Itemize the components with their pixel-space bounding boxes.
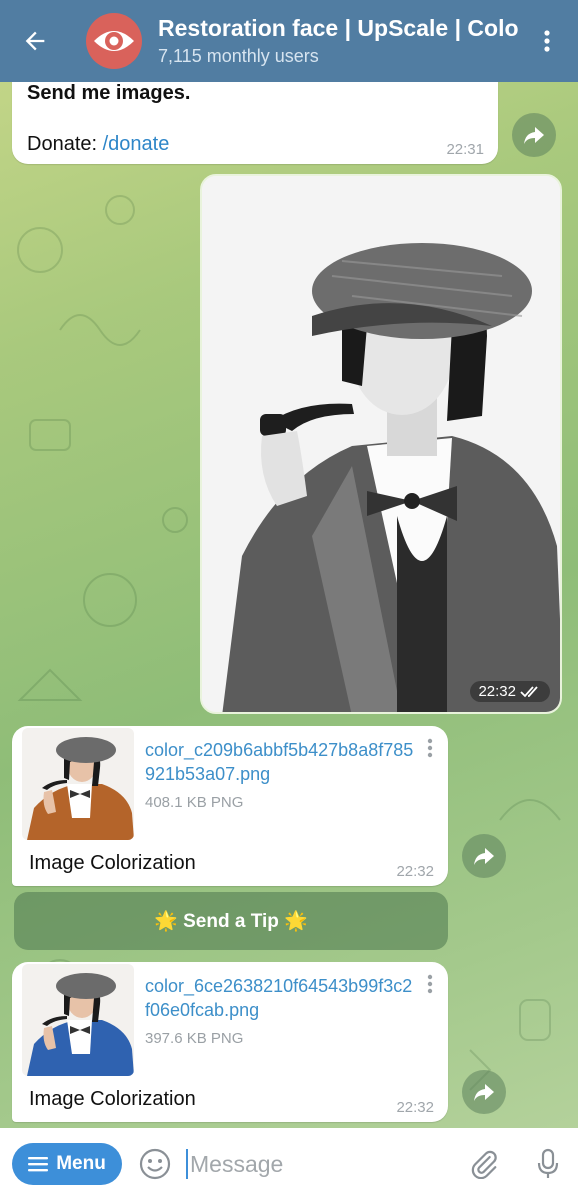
paperclip-icon — [471, 1150, 497, 1179]
chat-subtitle: 7,115 monthly users — [158, 46, 319, 66]
hamburger-icon — [28, 1157, 49, 1172]
vertical-dots-icon — [427, 738, 433, 758]
colorized-thumbnail-image — [22, 728, 134, 840]
file-name-link[interactable]: color_6ce2638210f64543b99f3c2f06e0fcab.p… — [145, 974, 415, 1022]
file-name-link[interactable]: color_c209b6abbf5b427b8a8f785921b53a07.p… — [145, 738, 415, 786]
forward-button[interactable] — [462, 1070, 506, 1114]
back-arrow-icon — [25, 31, 45, 51]
donate-line: Donate: /donate — [27, 133, 169, 156]
microphone-icon — [537, 1148, 559, 1178]
menu-label: Menu — [56, 1153, 106, 1174]
file-caption: Image Colorization — [29, 1088, 196, 1110]
file-message-2: color_6ce2638210f64543b99f3c2f06e0fcab.p… — [12, 962, 448, 1122]
bw-portrait-image — [202, 176, 560, 712]
share-arrow-icon — [524, 127, 544, 144]
file-message-1: color_c209b6abbf5b427b8a8f785921b53a07.p… — [12, 726, 448, 886]
emoji-smile-icon — [139, 1148, 171, 1180]
bot-avatar[interactable] — [86, 13, 142, 69]
forward-button[interactable] — [462, 834, 506, 878]
share-arrow-icon — [474, 1084, 494, 1101]
message-input[interactable] — [190, 1144, 450, 1184]
photo-time: 22:32 — [478, 683, 516, 700]
intro-text: Send me images. — [27, 82, 191, 104]
kebab-menu-icon — [544, 30, 550, 52]
file-size: 397.6 KB PNG — [145, 1030, 244, 1047]
message-time: 22:32 — [396, 1099, 434, 1116]
file-caption: Image Colorization — [29, 852, 196, 874]
forward-button[interactable] — [512, 113, 556, 157]
bot-menu-button[interactable]: Menu — [12, 1143, 122, 1185]
back-button[interactable] — [0, 0, 70, 82]
photo-meta: 22:32 — [470, 681, 550, 702]
vertical-dots-icon — [427, 974, 433, 994]
sent-photo[interactable]: 22:32 — [200, 174, 562, 714]
colorized-thumbnail-image — [22, 964, 134, 1076]
file-options-button[interactable] — [427, 974, 433, 999]
donate-link[interactable]: /donate — [103, 133, 170, 155]
file-size: 408.1 KB PNG — [145, 794, 244, 811]
attach-button[interactable] — [464, 1144, 504, 1184]
file-thumbnail[interactable] — [22, 964, 134, 1076]
eye-icon — [94, 31, 134, 51]
file-thumbnail[interactable] — [22, 728, 134, 840]
message-time: 22:31 — [446, 141, 484, 158]
chat-header: Restoration face | UpScale | Colorizatio… — [0, 0, 578, 82]
text-cursor — [186, 1149, 188, 1179]
file-options-button[interactable] — [427, 738, 433, 763]
chat-title: Restoration face | UpScale | Colorizatio… — [158, 15, 518, 41]
voice-button[interactable] — [528, 1144, 568, 1184]
message-composer: Menu — [0, 1128, 578, 1200]
donate-prefix: Donate: — [27, 133, 103, 155]
share-arrow-icon — [474, 848, 494, 865]
more-options-button[interactable] — [532, 26, 562, 56]
chat-title-block[interactable]: Restoration face | UpScale | Colorizatio… — [158, 13, 518, 69]
send-tip-button[interactable]: 🌟 Send a Tip 🌟 — [14, 892, 448, 950]
emoji-button[interactable] — [138, 1147, 172, 1181]
message-time: 22:32 — [396, 863, 434, 880]
double-check-icon — [520, 685, 538, 697]
